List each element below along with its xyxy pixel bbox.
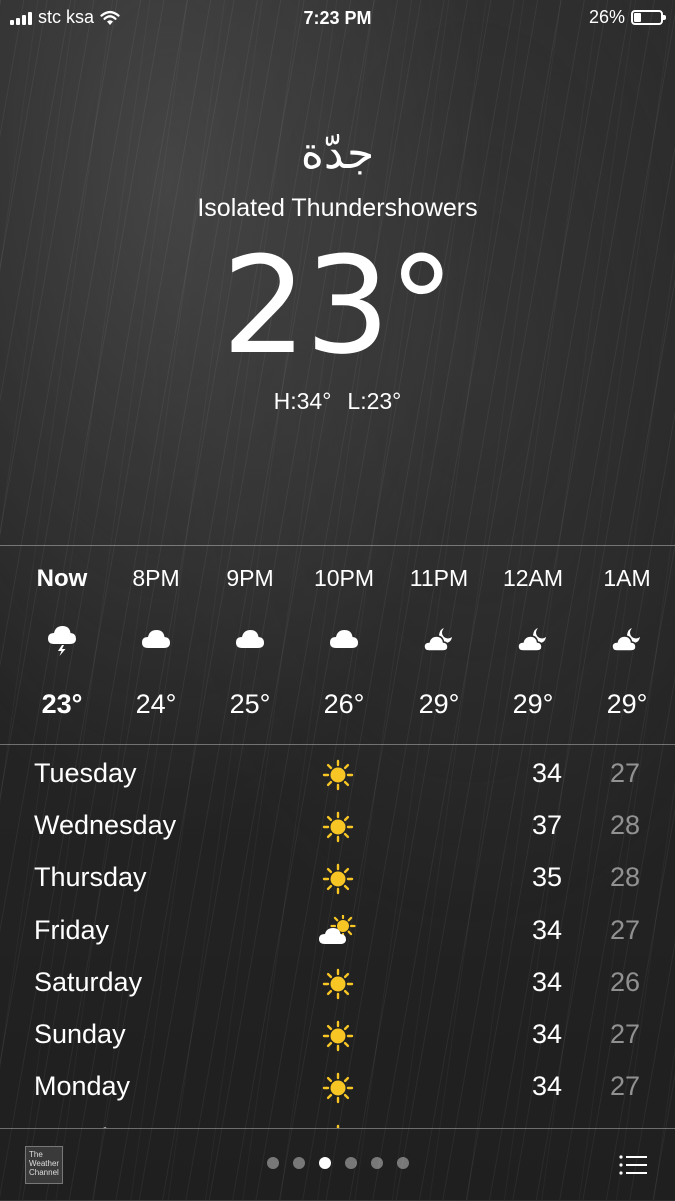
hour-label: 12AM (502, 565, 564, 591)
page-dot[interactable] (292, 1157, 305, 1169)
battery-icon (631, 10, 666, 25)
day-name: Monday (34, 1071, 131, 1102)
hourly-forecast[interactable]: Now 23° 8PM 24° 9PM 25° 10PM 26° 11PM 29° 12AM 29° 1… (0, 545, 675, 745)
high-temp: H:34° (273, 388, 332, 414)
daily-row: Thursday 35 28 (0, 854, 675, 906)
day-high: 34 (531, 1019, 562, 1049)
day-name: Saturday (34, 966, 143, 997)
cloud-icon (234, 624, 266, 656)
sun-icon (318, 758, 358, 792)
bottom-toolbar: The Weather Channel (0, 1128, 675, 1201)
sun-icon (318, 862, 358, 896)
day-high: 37 (531, 810, 562, 841)
cloud-moon-icon (423, 624, 455, 656)
hour-temp: 29° (418, 689, 460, 719)
day-high: 35 (531, 862, 562, 893)
status-bar: stc ksa 7:23 PM 26% (0, 0, 675, 36)
hour-label: Now (36, 565, 88, 592)
daily-row: Monday 34 27 (0, 1063, 675, 1115)
daily-row: Saturday 34 26 (0, 959, 675, 1011)
daily-row: Tuesday3327 (0, 1115, 675, 1128)
page-dot-active[interactable] (318, 1157, 331, 1169)
high-low: H:34° L:23° (0, 388, 675, 415)
day-low: 28 (609, 810, 640, 841)
battery-fill (634, 13, 641, 22)
sun-icon (318, 1071, 358, 1105)
hour-label: 9PM (226, 565, 274, 591)
day-low: 27 (609, 758, 640, 788)
hour-label: 10PM (313, 565, 375, 591)
hour-temp: 23° (41, 689, 83, 719)
day-low: 27 (609, 914, 640, 945)
day-name: Tuesday (34, 758, 137, 788)
daily-row: Sunday 34 27 (0, 1011, 675, 1063)
thunderstorm-icon (46, 624, 78, 656)
day-high: 34 (531, 914, 562, 945)
day-name: Sunday (34, 1019, 126, 1049)
battery-percent: 26% (588, 7, 625, 27)
day-low: 26 (609, 966, 640, 997)
day-high: 34 (531, 1071, 562, 1102)
day-low: 27 (609, 1071, 640, 1102)
day-name: Wednesday (34, 810, 177, 841)
hour-temp: 25° (229, 689, 271, 719)
hour-label: 11PM (409, 565, 469, 591)
page-indicator[interactable] (0, 1157, 675, 1169)
hour-temp: 29° (512, 689, 554, 719)
cloud-icon (140, 624, 172, 656)
hour-label: 1AM (603, 565, 651, 591)
day-high: 34 (531, 966, 562, 997)
sun-icon (318, 967, 358, 1001)
cloud-moon-icon (517, 624, 549, 656)
cloud-icon (328, 624, 360, 656)
day-name: Thursday (34, 862, 147, 893)
page-dot[interactable] (266, 1157, 279, 1169)
day-name: Friday (34, 914, 110, 945)
daily-row: Friday 34 27 (0, 907, 675, 959)
cloud-moon-icon (611, 624, 643, 656)
sun-icon (318, 1019, 358, 1053)
daily-row: Tuesday 34 27 (0, 750, 675, 802)
low-temp: L:23° (347, 388, 402, 414)
daily-forecast[interactable]: Tuesday 34 27 Wednesday 37 28 Thursday 35 28 Frid… (0, 750, 675, 1128)
hour-label: 8PM (132, 565, 180, 591)
day-low: 28 (609, 862, 640, 893)
condition-text: Isolated Thundershowers (197, 194, 478, 222)
current-temperature: 23° (221, 228, 456, 384)
page-dot[interactable] (396, 1157, 409, 1169)
hour-temp: 29° (606, 689, 648, 719)
city-name: جدّة (300, 128, 375, 179)
partly-cloudy-icon (318, 912, 358, 949)
day-low: 27 (609, 1019, 640, 1049)
day-high: 34 (531, 758, 562, 788)
clock: 7:23 PM (303, 8, 372, 28)
status-right: 26% (588, 7, 666, 28)
hour-temp: 24° (135, 689, 177, 719)
page-dot[interactable] (344, 1157, 357, 1169)
hour-temp: 26° (323, 689, 365, 719)
list-icon[interactable] (619, 1154, 647, 1176)
daily-row: Wednesday 37 28 (0, 802, 675, 854)
sun-icon (318, 810, 358, 844)
page-dot[interactable] (370, 1157, 383, 1169)
